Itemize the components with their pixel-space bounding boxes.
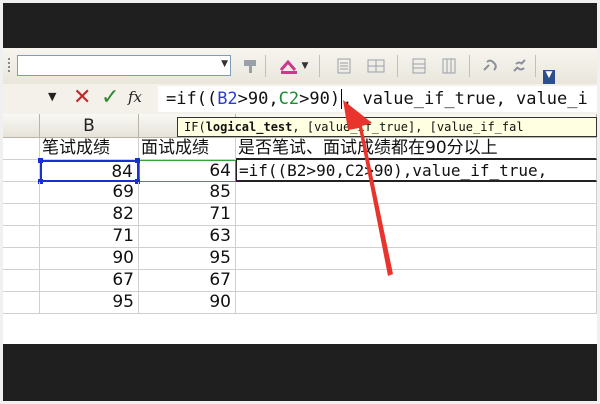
cell-d4[interactable] [236,204,597,226]
formula-ref-b2: B2 [217,89,238,109]
formula-input[interactable]: =if((B2>90,C2>90), value_if_true, value_… [158,86,597,112]
screenshot-frame: ▼ ▼ ▼ ▼ ✕ ✓ fx =if((B2>90,C2>90) , value… [0,0,600,404]
cell-d8[interactable] [236,292,597,314]
row-header[interactable] [3,270,40,292]
cell-c4[interactable]: 71 [139,204,236,226]
table-icon[interactable] [438,56,460,76]
formula-suffix: , value_if_true, value_i [342,89,588,109]
cell-b5[interactable]: 71 [40,226,139,248]
font-name-dropdown[interactable]: ▼ [17,55,231,76]
formula-mid1: >90, [237,89,279,109]
cell-c5[interactable]: 63 [139,226,236,248]
cell-c8[interactable]: 90 [139,292,236,314]
toolbar-grip[interactable] [7,56,11,74]
table-row: 67 67 [3,270,597,292]
cell-b1[interactable]: 笔试成绩 [40,138,139,160]
cell-b2[interactable]: 84 [40,160,139,182]
tooltip-current-arg: logical_test [205,120,293,134]
unlink-icon[interactable] [509,56,531,76]
table-row: 84 64 =if((B2>90,C2>90),value_if_true, [3,158,597,184]
enter-icon[interactable]: ✓ [101,85,119,110]
formula-mid2: >90) [299,89,341,109]
cell-b6[interactable]: 90 [40,248,139,270]
spreadsheet-grid: B 笔试成绩 面试成绩 是否笔试、面试成绩都在90分以上 84 64 =if((… [3,114,597,344]
cell-b8[interactable]: 95 [40,292,139,314]
formula-bar: ▼ ✕ ✓ fx =if((B2>90,C2>90), value_if_tru… [3,84,597,115]
toolbar-overflow-button[interactable]: ▼ [543,70,555,84]
table-row: 90 95 [3,248,597,270]
selection-handle[interactable] [135,158,140,163]
chevron-down-icon[interactable]: ▼ [221,59,228,69]
cell-c2[interactable]: 64 [139,160,236,182]
toolbar-separator [535,55,536,77]
toolbar-separator [397,55,398,77]
cell-b3[interactable]: 69 [40,182,139,204]
formula-ref-c2: C2 [278,89,300,109]
formula-prefix: =if(( [166,89,218,109]
toolbar-separator [265,55,266,77]
link-icon[interactable] [479,56,501,76]
cell-b4[interactable]: 82 [40,204,139,226]
table-row: 69 85 [3,182,597,204]
row-header[interactable] [3,226,40,248]
dropdown-icon[interactable]: ▼ [299,56,311,76]
format-painter-icon[interactable] [240,56,262,76]
cell-c6[interactable]: 95 [139,248,236,270]
merge-cells-icon[interactable] [365,56,387,76]
row-header[interactable] [3,292,40,314]
function-tooltip: IF(logical_test, [value_if_true], [value… [177,117,597,137]
table-row: 95 90 [3,292,597,314]
cell-d2-editing[interactable]: =if((B2>90,C2>90),value_if_true, [236,160,597,182]
namebox-chevron-down-icon[interactable]: ▼ [48,90,56,103]
toolbar-separator [469,55,470,77]
cell-d3[interactable] [236,182,597,204]
tooltip-fn: IF( [184,120,206,134]
align-left-icon[interactable] [333,56,355,76]
cancel-icon[interactable]: ✕ [73,85,91,110]
insert-function-icon[interactable]: fx [128,88,142,106]
column-header-b[interactable]: B [40,114,139,138]
row-header[interactable] [3,138,40,160]
highlight-color-icon[interactable] [278,56,300,76]
bottom-dark-band [3,344,597,402]
tooltip-rest: , [value_if_true], [value_if_fal [292,120,524,134]
cell-b7[interactable]: 67 [40,270,139,292]
cell-c1[interactable]: 面试成绩 [139,138,236,160]
toolbar: ▼ ▼ ▼ [3,48,597,85]
table-row: 82 71 [3,204,597,226]
cell-c7[interactable]: 67 [139,270,236,292]
cell-d1[interactable]: 是否笔试、面试成绩都在90分以上 [236,138,597,160]
toolbar-separator [319,55,320,77]
cell-c3[interactable]: 85 [139,182,236,204]
header-row: 笔试成绩 面试成绩 是否笔试、面试成绩都在90分以上 [3,138,597,160]
row-header-corner[interactable] [3,114,40,138]
row-header[interactable] [3,248,40,270]
row-header[interactable] [3,204,40,226]
row-header[interactable] [3,160,40,182]
cell-d7[interactable] [236,270,597,292]
top-dark-band [3,0,597,48]
cell-d6[interactable] [236,248,597,270]
border-icon[interactable] [408,56,430,76]
row-header[interactable] [3,182,40,204]
table-row: 71 63 [3,226,597,248]
selection-handle[interactable] [38,158,43,163]
cell-d5[interactable] [236,226,597,248]
